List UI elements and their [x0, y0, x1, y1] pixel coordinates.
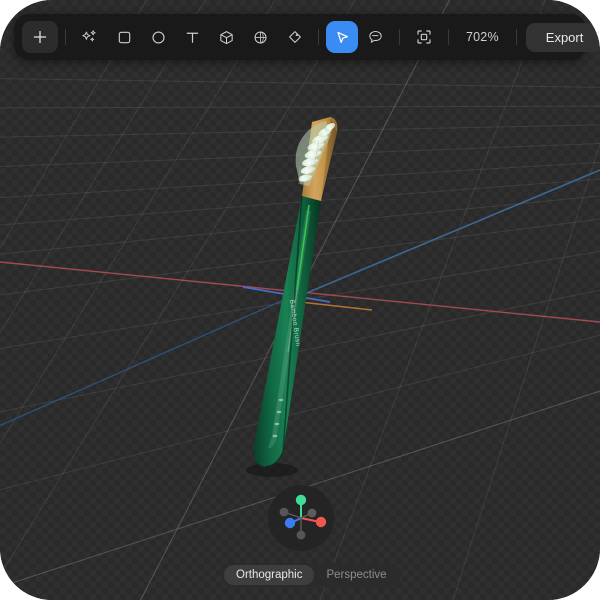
projection-toggle: Orthographic Perspective [222, 563, 401, 587]
cube-icon[interactable] [209, 22, 243, 52]
comment-icon [368, 30, 382, 43]
gizmo-axis-z [284, 517, 296, 529]
gizmo-axis-y [295, 494, 307, 506]
toolbar-divider [448, 29, 449, 45]
text-icon[interactable] [175, 22, 209, 52]
toolbar-divider [65, 29, 66, 45]
app-window: Bamboo Brush 702% Export Orthographic Pe… [0, 0, 600, 600]
export-notification-badge [596, 18, 600, 29]
sphere-icon[interactable] [243, 22, 277, 52]
frame-focus-icon [417, 30, 431, 44]
export-button-wrapper: Export [525, 18, 600, 52]
toolbar-divider [515, 29, 517, 45]
rectangle-icon[interactable] [107, 22, 141, 52]
magic-wand-glyph [82, 30, 96, 42]
cube-glyph [219, 30, 233, 44]
export-button[interactable]: Export [525, 22, 600, 52]
tag-icon[interactable] [277, 22, 311, 52]
rectangle-glyph [118, 31, 130, 43]
ellipse-glyph [151, 30, 165, 44]
cursor-arrow-icon [336, 31, 348, 43]
add-button[interactable] [22, 21, 58, 53]
comment-button[interactable] [358, 22, 392, 52]
zoom-level-label[interactable]: 702% [456, 30, 509, 44]
projection-option-perspective[interactable]: Perspective [314, 565, 398, 585]
gizmo-axis-x [315, 516, 327, 528]
toolbar-divider [399, 29, 400, 45]
axis-gizmo[interactable] [268, 485, 334, 551]
frame-button[interactable] [407, 22, 441, 52]
toolbar-divider [318, 29, 319, 45]
select-tool-button[interactable] [326, 21, 358, 53]
axis-gizmo-glyph [279, 494, 327, 540]
magic-wand-icon[interactable] [73, 22, 107, 52]
ellipse-icon[interactable] [141, 22, 175, 52]
plus-icon [34, 31, 46, 43]
projection-option-orthographic[interactable]: Orthographic [224, 565, 315, 585]
text-glyph [186, 32, 198, 43]
tag-glyph [288, 30, 301, 43]
top-toolbar: 702% Export [14, 14, 600, 60]
sphere-glyph [254, 31, 266, 43]
